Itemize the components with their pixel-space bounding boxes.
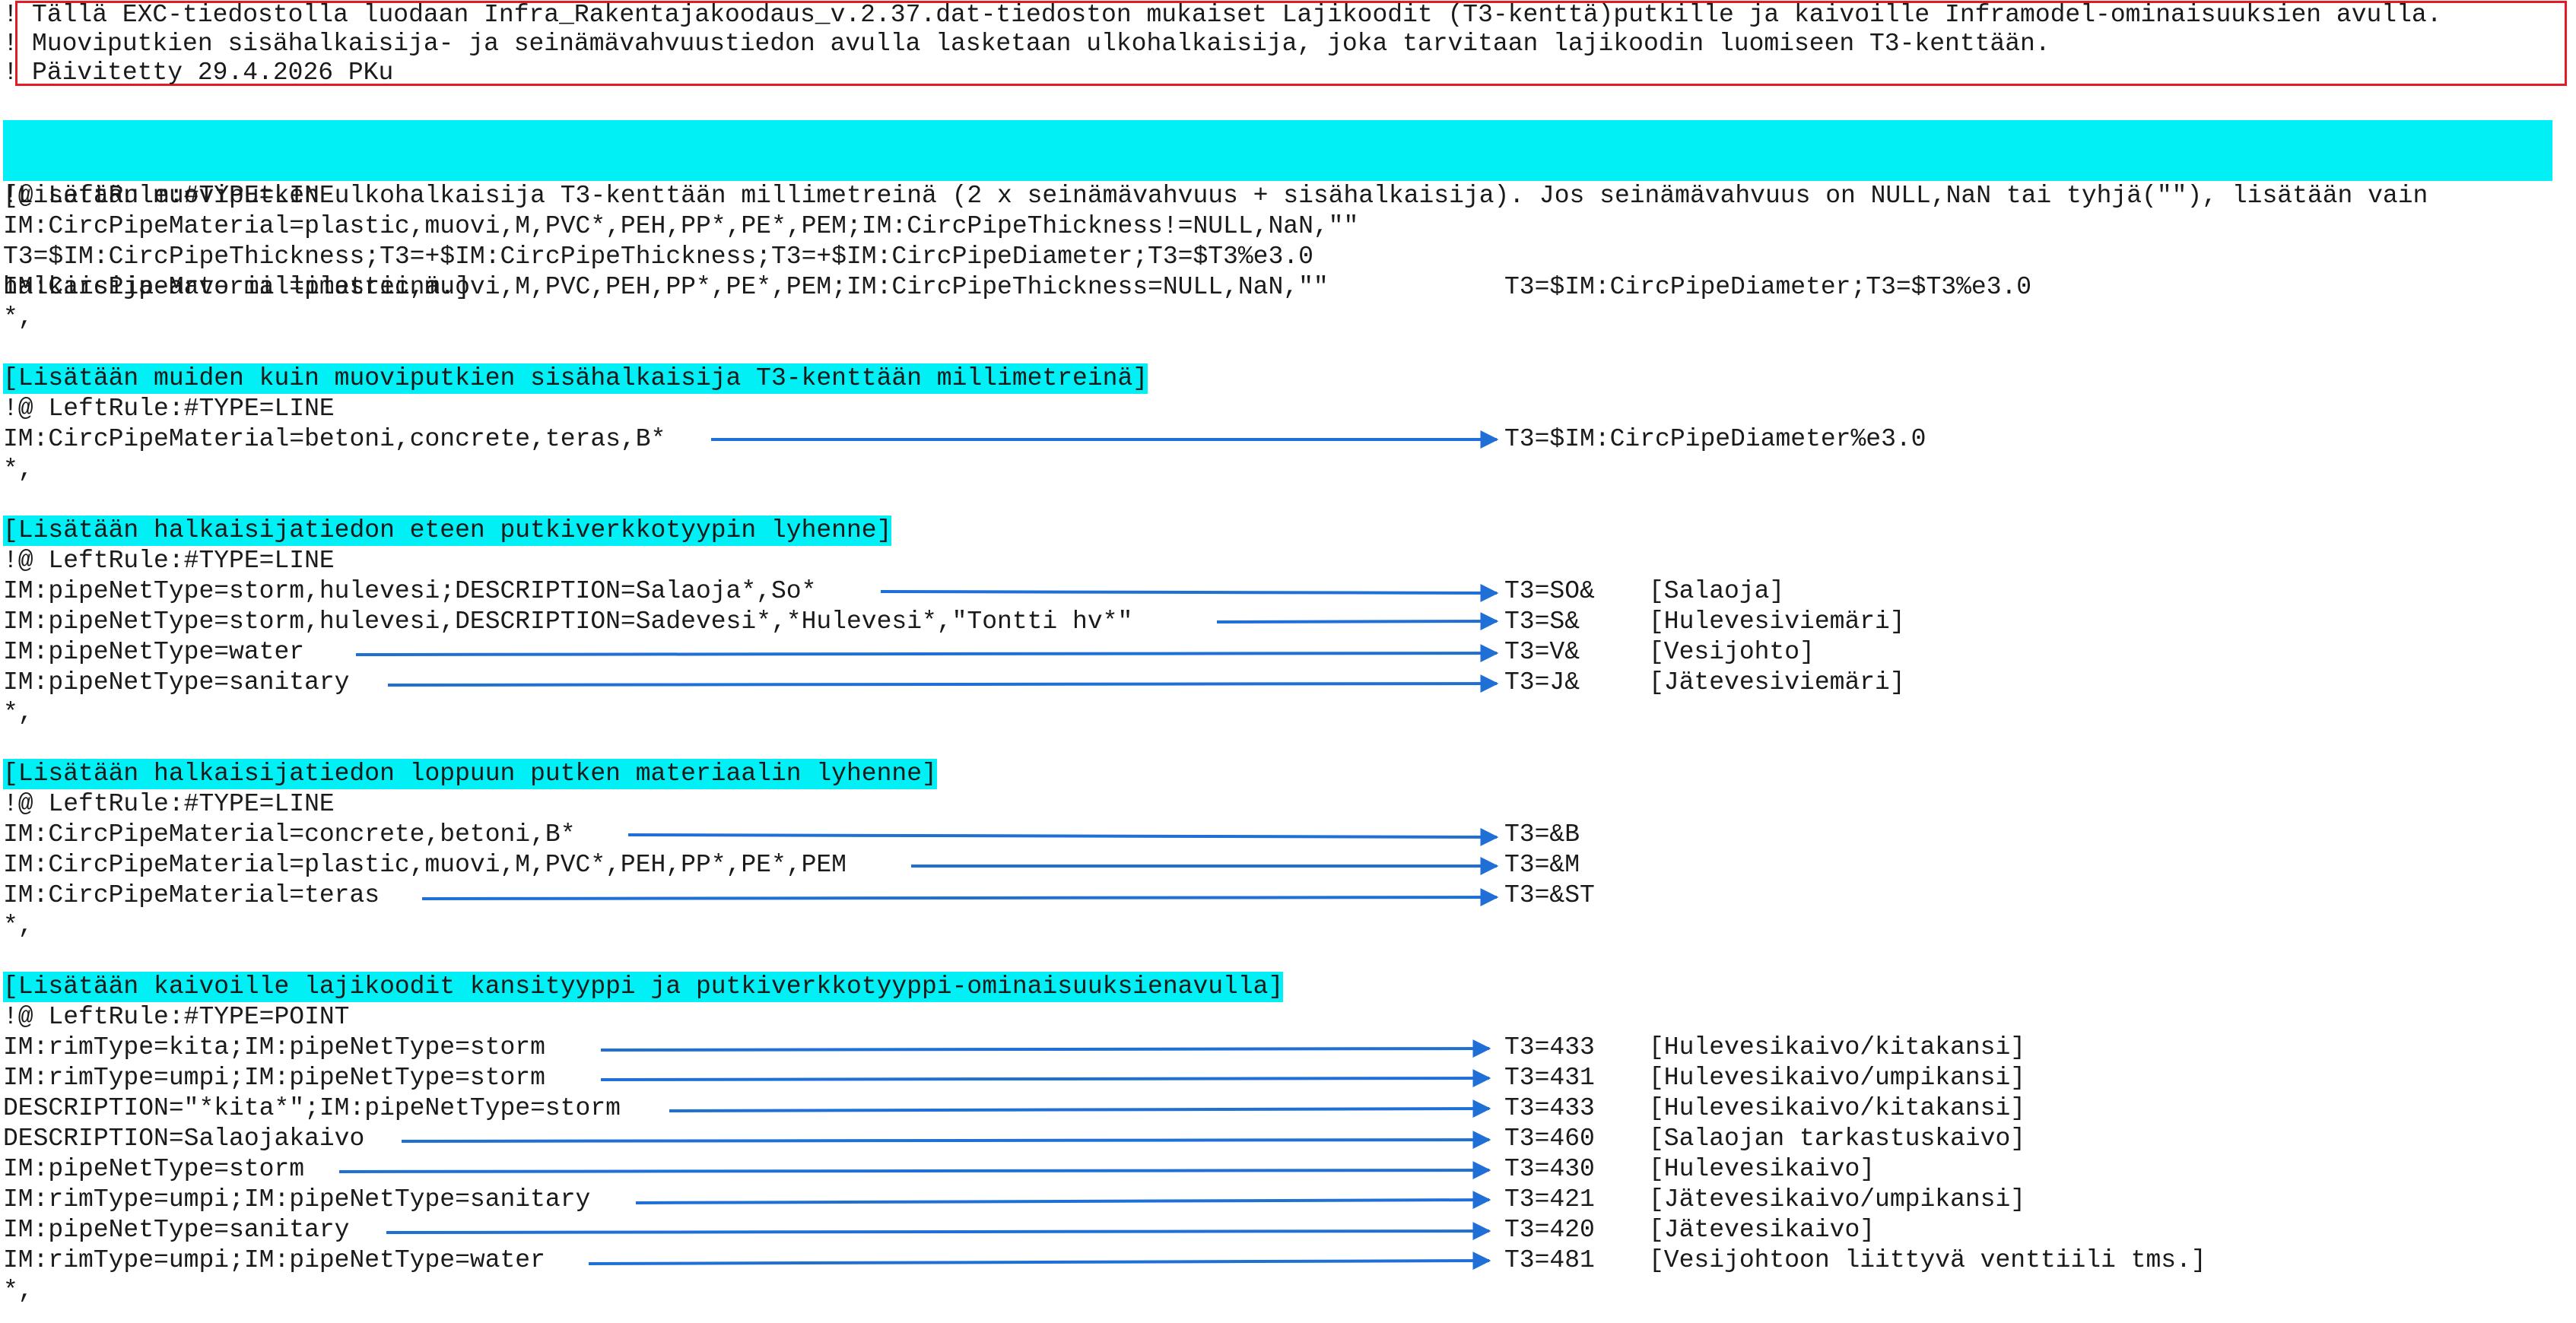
arrow (421, 888, 1499, 907)
arrow (600, 1039, 1491, 1058)
arrow (588, 1252, 1491, 1271)
arrow (387, 674, 1499, 693)
arrow (386, 1222, 1491, 1241)
arrow (880, 583, 1499, 602)
arrow (355, 644, 1499, 663)
arrow (338, 1161, 1491, 1180)
arrow (401, 1131, 1491, 1150)
arrow (635, 1191, 1491, 1210)
document-view[interactable]: ! ! ! Tällä EXC-tiedostolla luodaan Infr… (0, 0, 2576, 1323)
arrow (1216, 612, 1499, 631)
arrow (600, 1069, 1491, 1088)
arrow (669, 1099, 1491, 1118)
arrow-overlay (338, 430, 1499, 1271)
arrow (627, 827, 1499, 846)
